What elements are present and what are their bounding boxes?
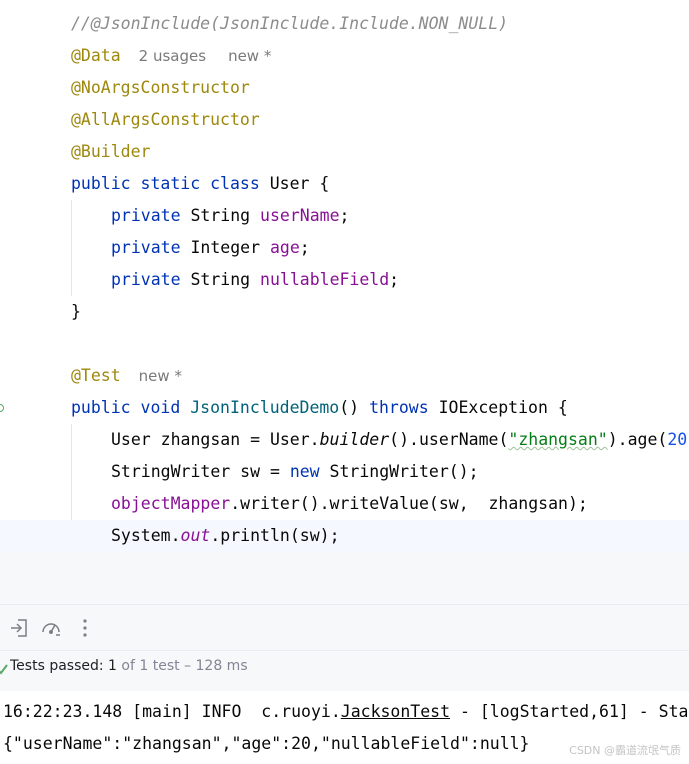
author-hint[interactable]: new * [228,47,271,65]
code-line-field-nullable[interactable]: private String nullableField; [0,264,689,296]
code-line-field-age[interactable]: private Integer age; [0,232,689,264]
panel-separator [0,552,689,604]
log-text: - [logStarted,61] - Sta [450,702,689,721]
code-text: User zhangsan = User. [111,430,320,449]
code-line-allargs[interactable]: @AllArgsConstructor [0,104,689,136]
tests-passed-label: Tests passed: [10,658,104,674]
watermark: CSDN @霸道流氓气质 [569,744,681,757]
brace-open: { [557,398,568,417]
field-name: nullableField [260,270,390,289]
keyword-private: private [111,238,181,257]
more-vertical-icon[interactable] [74,617,96,639]
builder-call: builder [319,430,390,449]
tests-detail: of 1 test – 128 ms [121,658,248,674]
code-line-class-close[interactable]: } [0,296,689,328]
code-text: ).age( [607,430,668,449]
code-text: .println(sw); [210,526,340,545]
speedometer-icon[interactable] [40,617,62,639]
code-text: ().userName( [389,430,509,449]
brace-close: } [71,302,81,321]
keyword-static: static [140,174,201,193]
code-line-comment[interactable]: //@JsonInclude(JsonInclude.Include.NON_N… [0,8,689,40]
json-output: {"userName":"zhangsan","age":20,"nullabl… [3,734,530,753]
author-hint[interactable]: new * [139,367,182,385]
exception-type: IOException [438,398,548,417]
type-name: String [190,270,251,289]
code-line-data-annotation[interactable]: @Data 2 usages new * [0,40,689,72]
field-name: userName [260,206,340,225]
code-line-empty[interactable] [0,328,689,360]
usages-hint[interactable]: 2 usages [139,47,206,65]
static-field-out: out [180,526,211,545]
run-toolbar [0,604,689,651]
keyword-class: class [210,174,260,193]
builder-annotation: @Builder [71,142,151,161]
keyword-new: new [289,462,320,481]
keyword-public: public [71,174,131,193]
field-name: age [269,238,300,257]
method-name: JsonIncludeDemo [190,398,340,417]
type-name: Integer [190,238,261,257]
test-status-bar: Tests passed: 1 of 1 test – 128 ms [0,650,689,692]
keyword-private: private [111,206,181,225]
log-text: 16:22:23.148 [main] INFO c.ruoyi. [3,702,341,721]
code-line-class-decl[interactable]: public static class User { [0,168,689,200]
number-literal: 20 [667,430,688,449]
code-line-test-annotation[interactable]: @Test new * [0,360,689,392]
semicolon: ; [299,238,310,257]
tests-passed-count: 1 [108,658,117,674]
objectmapper-field: objectMapper [111,494,231,513]
run-test-gutter-icon[interactable] [0,404,4,412]
test-annotation: @Test [71,366,121,385]
code-line-stringwriter[interactable]: StringWriter sw = new StringWriter(); [0,456,689,488]
code-text: System. [111,526,181,545]
code-editor[interactable]: //@JsonInclude(JsonInclude.Include.NON_N… [0,0,689,552]
code-line-builder-call[interactable]: User zhangsan = User.builder().userName(… [0,424,689,456]
class-name: User [269,174,310,193]
keyword-throws: throws [369,398,429,417]
class-link[interactable]: JacksonTest [341,702,450,721]
code-line-builder[interactable]: @Builder [0,136,689,168]
keyword-void: void [140,398,181,417]
code-line-println[interactable]: System.out.println(sw); [0,520,689,552]
string-literal: "zhangsan" [508,430,608,449]
noargs-annotation: @NoArgsConstructor [71,78,250,97]
code-text: .writer().writeValue(sw, zhangsan); [230,494,588,513]
code-text: StringWriter sw = [111,462,290,481]
brace-open: { [319,174,330,193]
method-parens: () [339,398,360,417]
code-line-field-username[interactable]: private String userName; [0,200,689,232]
code-line-method-decl[interactable]: public void JsonIncludeDemo() throws IOE… [0,392,689,424]
data-annotation: @Data [71,46,121,65]
code-text: StringWriter(); [319,462,479,481]
check-icon [0,658,8,675]
keyword-public: public [71,398,131,417]
console-log-line: 16:22:23.148 [main] INFO c.ruoyi.Jackson… [3,696,688,728]
keyword-private: private [111,270,181,289]
type-name: String [190,206,251,225]
import-icon[interactable] [8,617,30,639]
semicolon: ; [389,270,400,289]
allargs-annotation: @AllArgsConstructor [71,110,260,129]
comment-text: //@JsonInclude(JsonInclude.Include.NON_N… [71,14,509,33]
semicolon: ; [339,206,350,225]
code-line-writevalue[interactable]: objectMapper.writer().writeValue(sw, zha… [0,488,689,520]
console-output[interactable]: 16:22:23.148 [main] INFO c.ruoyi.Jackson… [0,691,689,764]
console-json-line: {"userName":"zhangsan","age":20,"nullabl… [3,728,530,760]
code-line-noargs[interactable]: @NoArgsConstructor [0,72,689,104]
